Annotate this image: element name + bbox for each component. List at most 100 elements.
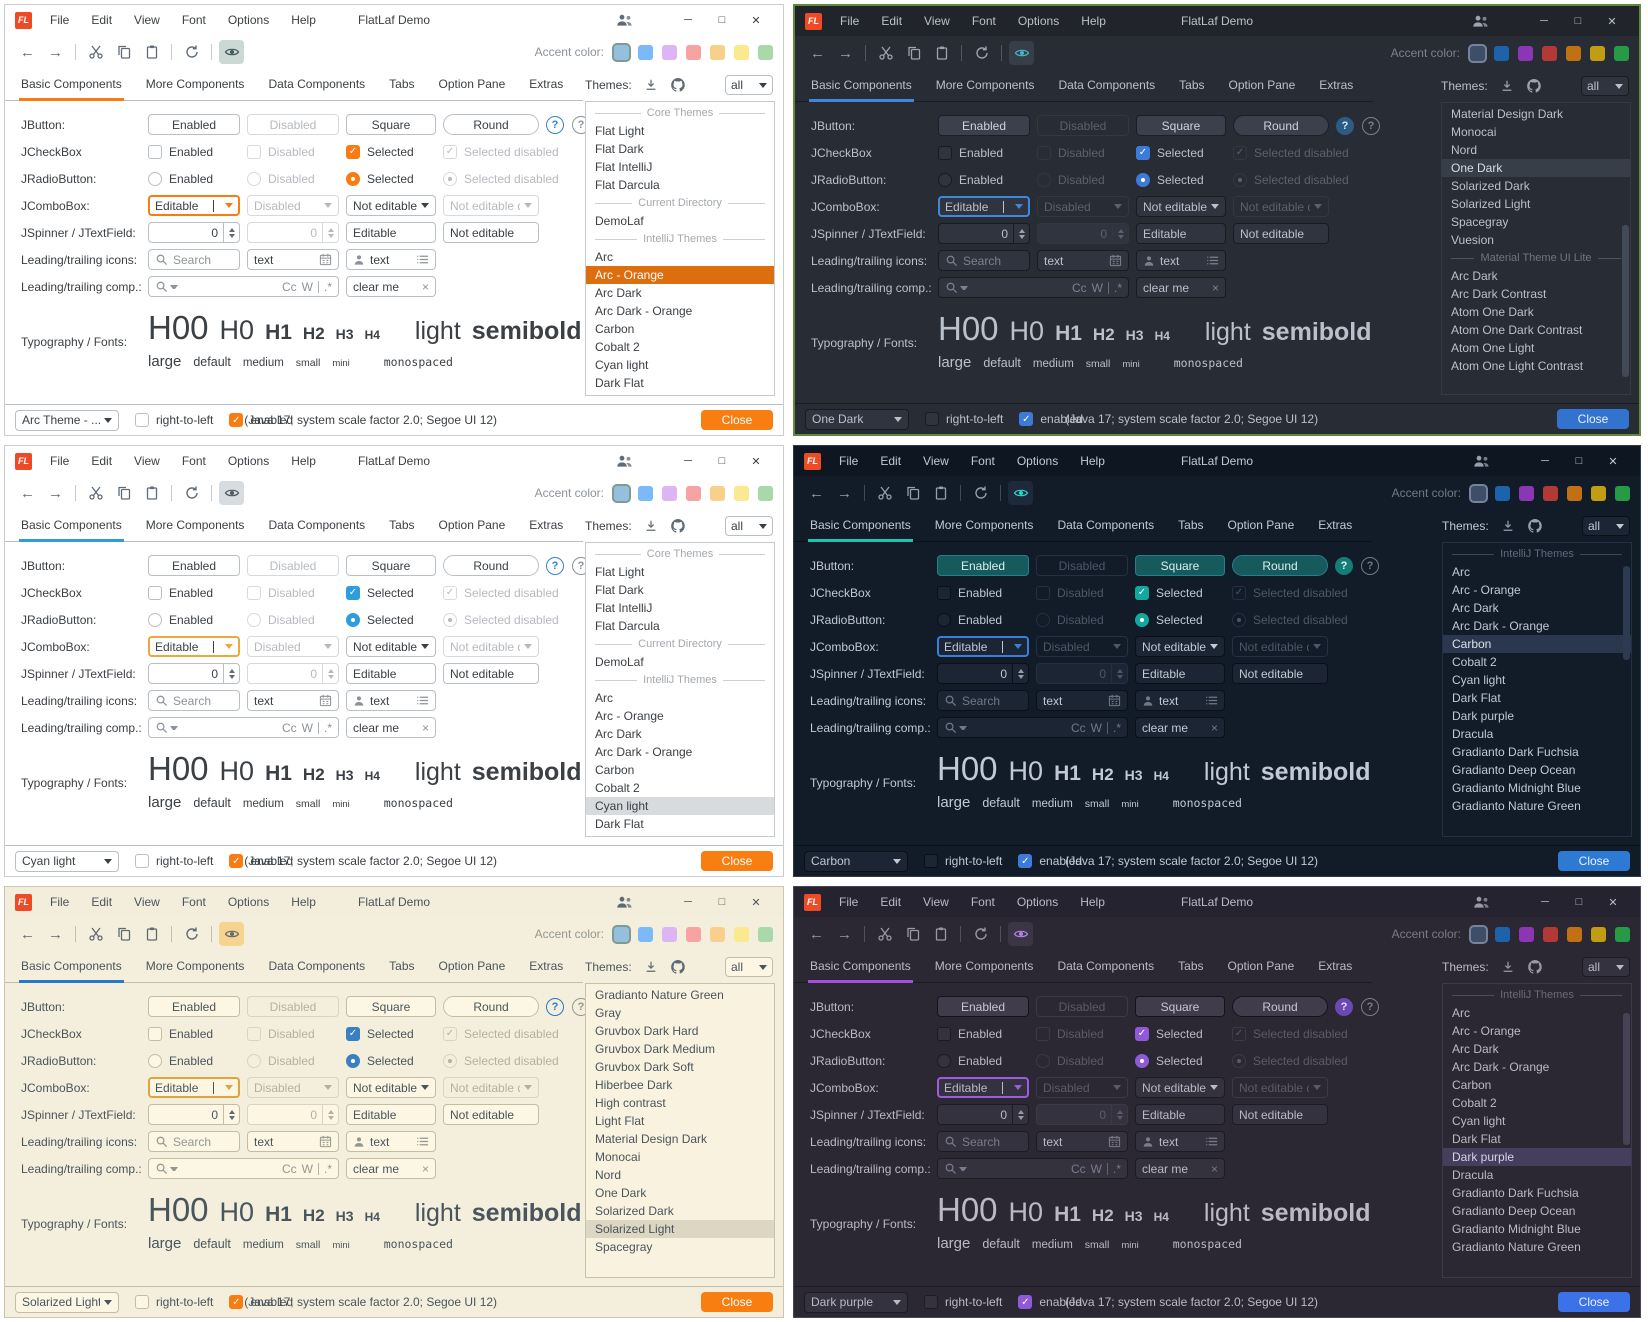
accent-swatch[interactable]: [710, 927, 725, 942]
combobox-editable[interactable]: [937, 636, 1029, 657]
theme-list-item[interactable]: Flat Dark: [586, 140, 774, 158]
theme-list-item[interactable]: Arc - Orange: [1443, 1022, 1631, 1040]
clear-icon[interactable]: ×: [422, 280, 429, 294]
chevron-down-icon[interactable]: [421, 1085, 429, 1090]
inspect-eye-toggle[interactable]: [219, 922, 244, 946]
menu-file[interactable]: File: [50, 454, 69, 468]
chevron-down-icon[interactable]: [759, 965, 767, 970]
accent-swatch[interactable]: [662, 486, 677, 501]
user-field[interactable]: [1135, 1131, 1225, 1152]
inspect-eye-toggle[interactable]: [219, 40, 244, 64]
theme-list-item[interactable]: Carbon: [586, 761, 774, 779]
theme-list-item[interactable]: Gruvbox Dark Soft: [586, 1058, 774, 1076]
regex-toggle[interactable]: .*: [1113, 1162, 1121, 1176]
paste-icon[interactable]: [928, 922, 953, 946]
combobox-not-editable[interactable]: Not editable: [346, 636, 436, 657]
inspect-eye-toggle[interactable]: [219, 481, 244, 505]
help-icon-secondary[interactable]: ?: [1362, 117, 1380, 135]
accent-swatch[interactable]: [1543, 927, 1558, 942]
tab-more-components[interactable]: More Components: [935, 518, 1034, 541]
search-field[interactable]: [938, 250, 1030, 271]
radio-selected[interactable]: Selected: [346, 1054, 436, 1068]
copy-icon[interactable]: [901, 41, 926, 65]
combobox-not-editable[interactable]: Not editable: [1136, 196, 1226, 217]
textfield-editable[interactable]: [1135, 1104, 1225, 1125]
back-button[interactable]: ←: [804, 481, 829, 505]
theme-list-item[interactable]: Solarized Light: [1442, 195, 1630, 213]
github-icon[interactable]: [1527, 518, 1543, 534]
menu-view[interactable]: View: [134, 895, 160, 909]
close-button[interactable]: Close: [701, 1292, 773, 1312]
copy-icon[interactable]: [900, 481, 925, 505]
right-to-left-checkbox[interactable]: right-to-left: [135, 413, 213, 427]
download-icon[interactable]: [644, 519, 658, 533]
forward-button[interactable]: →: [833, 41, 858, 65]
square-button[interactable]: Square: [1135, 555, 1225, 576]
chevron-down-icon[interactable]: [1014, 1085, 1022, 1090]
tab-more-components[interactable]: More Components: [146, 518, 245, 541]
spinner-buttons[interactable]: [1012, 1105, 1028, 1124]
theme-list-item[interactable]: Material Design Dark: [586, 1130, 774, 1148]
copy-icon[interactable]: [111, 40, 136, 64]
themes-filter-combobox[interactable]: all: [1581, 76, 1629, 96]
theme-list-item[interactable]: Gradianto Midnight Blue: [1443, 1220, 1631, 1238]
help-icon[interactable]: ?: [546, 116, 564, 134]
theme-list-item-selected[interactable]: Solarized Light: [586, 1220, 774, 1238]
tab-basic-components[interactable]: Basic Components: [811, 78, 912, 101]
theme-list-item[interactable]: Gradianto Nature Green: [586, 986, 774, 1004]
tab-tabs[interactable]: Tabs: [389, 77, 414, 100]
radio-selected[interactable]: Selected: [1135, 1054, 1225, 1068]
paste-icon[interactable]: [929, 41, 954, 65]
chevron-down-icon[interactable]: [1615, 84, 1623, 89]
menu-view[interactable]: View: [923, 454, 949, 468]
tab-more-components[interactable]: More Components: [146, 77, 245, 100]
enabled-button[interactable]: Enabled: [937, 996, 1029, 1017]
theme-list-item[interactable]: Nord: [586, 1166, 774, 1184]
accent-swatch-selected[interactable]: [614, 927, 629, 942]
user-input[interactable]: [1159, 1135, 1200, 1149]
theme-list-item[interactable]: Cobalt 2: [586, 338, 774, 356]
theme-list-item[interactable]: Flat IntelliJ: [586, 599, 774, 617]
textfield-editable-input[interactable]: [1143, 227, 1219, 241]
github-icon[interactable]: [1526, 78, 1542, 94]
help-icon[interactable]: ?: [546, 998, 564, 1016]
search-field[interactable]: [148, 249, 240, 270]
combobox-editable-input[interactable]: [155, 1081, 209, 1095]
spinner-up-icon[interactable]: [229, 1110, 235, 1114]
accent-swatch[interactable]: [1567, 486, 1582, 501]
theme-list-item[interactable]: Gradianto Deep Ocean: [1443, 761, 1631, 779]
close-button[interactable]: Close: [1557, 409, 1629, 429]
theme-list-item[interactable]: Gradianto Midnight Blue: [1443, 779, 1631, 797]
calendar-icon[interactable]: [1108, 694, 1121, 707]
accent-swatch[interactable]: [638, 486, 653, 501]
enabled-button[interactable]: Enabled: [148, 996, 240, 1017]
refresh-icon[interactable]: [179, 481, 204, 505]
theme-list-item[interactable]: Dark Flat: [586, 815, 774, 833]
minimize-button[interactable]: ─: [671, 447, 705, 475]
chevron-down-icon[interactable]: [759, 524, 767, 529]
menu-options[interactable]: Options: [228, 454, 269, 468]
menu-edit[interactable]: Edit: [91, 895, 112, 909]
accent-swatch[interactable]: [1494, 46, 1509, 61]
theme-list-item[interactable]: Carbon: [1443, 1076, 1631, 1094]
menu-help[interactable]: Help: [291, 454, 316, 468]
chevron-down-icon[interactable]: [759, 83, 767, 88]
spinner-buttons[interactable]: [223, 223, 239, 242]
forward-button[interactable]: →: [43, 40, 68, 64]
accent-swatch[interactable]: [1590, 46, 1605, 61]
accent-swatch[interactable]: [638, 45, 653, 60]
theme-list-item[interactable]: Dark Flat: [1443, 1130, 1631, 1148]
regex-toggle[interactable]: .*: [1114, 281, 1122, 295]
spinner-buttons[interactable]: [1013, 224, 1029, 243]
theme-list-item[interactable]: Cobalt 2: [1443, 1094, 1631, 1112]
search-input[interactable]: [963, 254, 1023, 268]
search-dropdown-icon[interactable]: [155, 280, 178, 293]
combobox-not-editable[interactable]: Not editable: [346, 195, 436, 216]
accent-swatch[interactable]: [686, 486, 701, 501]
refresh-icon[interactable]: [968, 481, 993, 505]
tab-data-components[interactable]: Data Components: [268, 959, 365, 982]
accent-swatch[interactable]: [734, 45, 749, 60]
theme-combobox[interactable]: One Dark: [805, 409, 909, 430]
list-icon[interactable]: [1206, 254, 1219, 267]
combobox-editable-input[interactable]: [945, 200, 999, 214]
